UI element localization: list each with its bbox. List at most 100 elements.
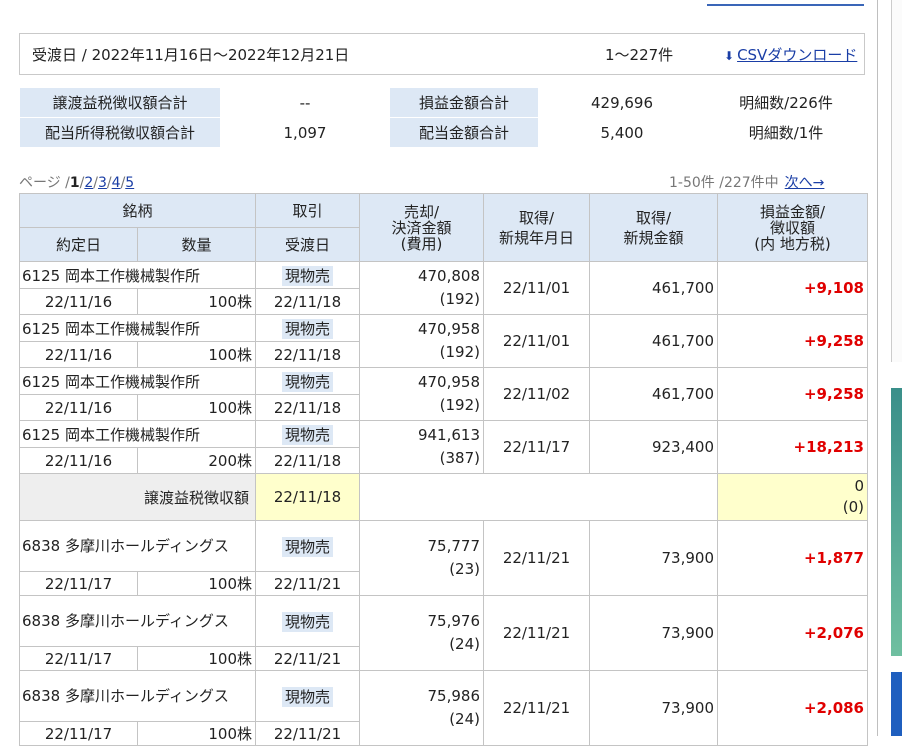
summary-value: 429,696 [539,88,705,117]
trade-type: 現物売 [281,424,333,445]
summary-row: 配当所得税徴収額合計 1,097 配当金額合計 5,400 明細数/1件 [20,118,866,147]
summary-label: 配当所得税徴収額合計 [20,118,220,147]
side-banner-top [891,0,902,362]
result-count: 1〜227件 [605,46,674,64]
top-button-edge[interactable] [707,0,864,6]
trade-type: 現物売 [281,265,333,286]
stock-name: 6125 岡本工作機械製作所 [19,420,256,448]
table-row: 6838 多摩川ホールディングス 現物売 75,777 (23) 22/11/21 73,… [19,520,868,596]
summary-label: 譲渡益税徴収額合計 [20,88,220,117]
col-header-yakujo: 約定日 [19,227,138,262]
stock-name: 6838 多摩川ホールディングス [19,670,256,722]
acquisition-amount: 461,700 [589,261,718,315]
trade-type-cell: 現物売 [255,420,360,448]
col-header-ukewatashi: 受渡日 [255,227,360,262]
settlement-date: 22/11/18 [255,394,360,421]
trade-date: 22/11/16 [19,447,138,474]
profit-loss: +2,086 [717,670,868,746]
fee: (23) [449,560,480,578]
profit-loss: +9,258 [717,314,868,368]
settlement-amount-cell: 470,958 (192) [359,314,484,368]
current-page: 1 [69,175,80,191]
csv-download-link[interactable]: ⬇ CSVダウンロード [724,44,857,65]
trade-date: 22/11/16 [19,288,138,315]
trade-type-cell: 現物売 [255,314,360,342]
summary-value: 1,097 [221,118,389,147]
acquisition-amount: 461,700 [589,314,718,368]
fee: (24) [449,710,480,728]
settlement-amount-cell: 75,986 (24) [359,670,484,746]
table-row: 6838 多摩川ホールディングス 現物売 75,986 (24) 22/11/21 73,… [19,670,868,746]
summary-detail: 明細数/1件 [706,118,866,147]
quantity: 100株 [137,646,256,671]
trade-type-cell: 現物売 [255,367,360,395]
summary-value: 5,400 [539,118,705,147]
profit-loss: +9,258 [717,367,868,421]
page-link[interactable]: 2 [84,175,93,191]
csv-download-label: CSVダウンロード [737,46,858,64]
stock-name: 6125 岡本工作機械製作所 [19,261,256,289]
trade-date: 22/11/16 [19,394,138,421]
summary-detail: 明細数/226件 [706,88,866,117]
tax-label: 譲渡益税徴収額 [19,473,256,521]
settlement-amount: 75,777 [427,537,481,555]
acquisition-amount: 923,400 [589,420,718,474]
page-link[interactable]: 4 [112,175,121,191]
trade-type-cell: 現物売 [255,520,360,572]
quantity: 100株 [137,394,256,421]
settlement-date: 22/11/18 [255,447,360,474]
settlement-amount: 75,986 [427,687,481,705]
quantity: 100株 [137,721,256,746]
col-header-baikyaku: 売却/ 決済金額 (費用) [359,193,484,262]
acquisition-amount: 73,900 [589,670,718,746]
tax-sub: (0) [842,498,864,516]
quantity: 100株 [137,341,256,368]
trade-type: 現物売 [281,686,333,707]
period-bar: 受渡日 / 2022年11月16日〜2022年12月21日 1〜227件 ⬇ CS… [19,33,865,75]
acquisition-amount: 73,900 [589,595,718,671]
summary-label: 損益金額合計 [390,88,538,117]
tax-value-cell: 0 (0) [717,473,868,521]
table-row: 6125 岡本工作機械製作所 現物売 470,808 (192) 22/11/01 461… [19,261,868,315]
summary-label: 配当金額合計 [390,118,538,147]
settlement-amount-cell: 470,958 (192) [359,367,484,421]
page-link[interactable]: 5 [125,175,134,191]
settlement-date: 22/11/18 [255,288,360,315]
right-divider [877,0,878,736]
settlement-date: 22/11/18 [255,341,360,368]
profit-loss: +2,076 [717,595,868,671]
quantity: 100株 [137,571,256,596]
trade-type-cell: 現物売 [255,595,360,647]
acquisition-date: 22/11/21 [483,595,590,671]
settlement-amount: 470,958 [417,373,480,391]
stock-name: 6125 岡本工作機械製作所 [19,367,256,395]
next-page-link[interactable]: 次へ→ [785,175,825,191]
acquisition-amount: 461,700 [589,367,718,421]
tax-date: 22/11/18 [255,473,360,521]
table-row: 6125 岡本工作機械製作所 現物売 941,613 (387) 22/11/17 923… [19,420,868,474]
page-link[interactable]: 3 [98,175,107,191]
quantity: 100株 [137,288,256,315]
fee: (387) [439,449,480,467]
settlement-amount: 470,958 [417,320,480,338]
trade-date: 22/11/16 [19,341,138,368]
table-row: 6125 岡本工作機械製作所 現物売 470,958 (192) 22/11/02 461… [19,367,868,421]
quantity: 200株 [137,447,256,474]
stock-name: 6838 多摩川ホールディングス [19,520,256,572]
tax-empty [359,473,718,521]
page-range: 1-50件 /227件中 次へ→ [669,172,824,192]
fee: (24) [449,635,480,653]
settlement-amount: 941,613 [417,426,480,444]
trade-type: 現物売 [281,536,333,557]
settlement-amount-cell: 75,777 (23) [359,520,484,596]
summary-table: 譲渡益税徴収額合計 -- 損益金額合計 429,696 明細数/226件 配当所… [19,87,867,148]
col-header-pl: 損益金額/ 徴収額 (内 地方税) [717,193,868,262]
trade-type: 現物売 [281,318,333,339]
side-banner-bottom [891,672,902,736]
profit-loss: +18,213 [717,420,868,474]
stock-name: 6125 岡本工作機械製作所 [19,314,256,342]
trade-date: 22/11/17 [19,721,138,746]
acquisition-date: 22/11/17 [483,420,590,474]
download-icon: ⬇ [724,49,735,63]
trade-date: 22/11/17 [19,646,138,671]
